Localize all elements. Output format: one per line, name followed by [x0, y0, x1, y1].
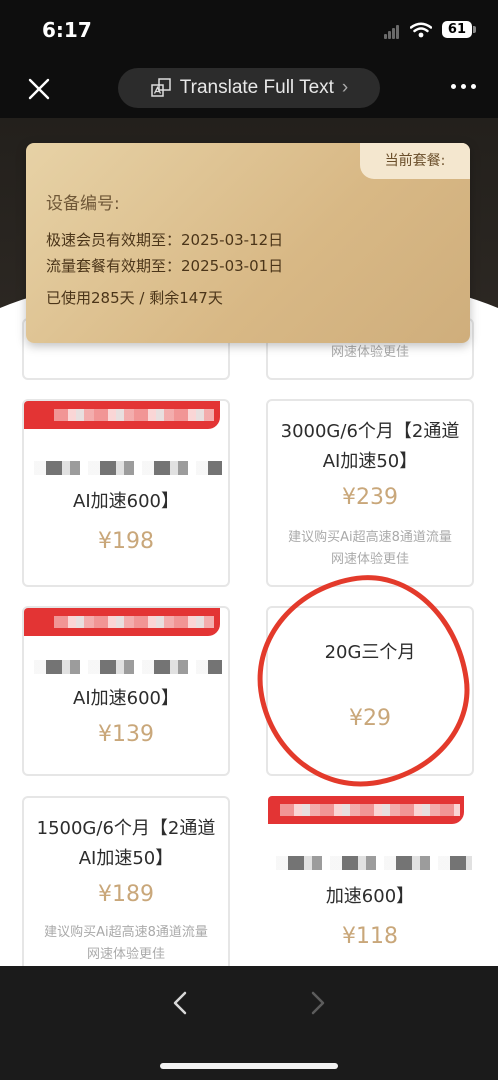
- status-icons: 61: [383, 20, 477, 39]
- device-id-label: 设备编号:: [46, 194, 120, 214]
- plan-price: ¥239: [342, 485, 398, 510]
- plan-note: 网速体验更佳: [330, 345, 409, 360]
- more-icon[interactable]: [451, 84, 476, 89]
- usage-days: 已使用285天 / 剩余147天: [46, 289, 223, 307]
- promo-ribbon: [24, 608, 220, 636]
- plan-title: AI加速600】: [73, 491, 179, 512]
- plan-price: ¥118: [342, 924, 398, 949]
- translate-icon: [151, 78, 171, 97]
- current-plan-badge: 当前套餐:: [360, 143, 470, 179]
- translate-full-text-button[interactable]: Translate Full Text ›: [118, 68, 380, 108]
- chevron-right-icon: ›: [341, 77, 349, 98]
- plan-card[interactable]: 3000G/6个月【2通道 AI加速50】 ¥239 建议购买Ai超高速8通道流…: [266, 399, 474, 587]
- plan-card[interactable]: AI加速600】 ¥198: [22, 399, 230, 587]
- signal-icon: [383, 20, 400, 39]
- plan-note: 网速体验更佳: [86, 947, 165, 962]
- redacted-text: [34, 461, 222, 475]
- translate-label: Translate Full Text: [179, 77, 334, 98]
- forward-arrow-icon[interactable]: [302, 988, 332, 1018]
- plan-note: 网速体验更佳: [330, 552, 409, 567]
- plan-card[interactable]: 加速600】 ¥118: [266, 794, 474, 966]
- membership-card: 当前套餐: 设备编号: 极速会员有效期至：2025-03-12日 流量套餐有效期…: [26, 143, 470, 343]
- promo-ribbon: [268, 796, 464, 824]
- status-bar: 6:17 61: [0, 0, 498, 60]
- data-plan-expiry: 流量套餐有效期至：2025-03-01日: [46, 257, 284, 275]
- status-time: 6:17: [42, 18, 92, 42]
- close-icon[interactable]: [24, 74, 54, 104]
- redacted-text: [276, 856, 472, 870]
- promo-ribbon: [24, 401, 220, 429]
- back-arrow-icon[interactable]: [166, 988, 196, 1018]
- plan-price: ¥139: [98, 722, 154, 747]
- plan-subtitle: AI加速50】: [78, 848, 174, 869]
- browser-bottom-bar: [0, 966, 498, 1080]
- plan-note: 建议购买Ai超高速8通道流量: [44, 925, 208, 940]
- plan-title: 1500G/6个月【2通道: [36, 818, 216, 839]
- page-content: 网速体验更佳 AI加速600】 ¥198 3000G/6个月【2通道 AI加速5…: [0, 118, 498, 966]
- plan-note: 建议购买Ai超高速8通道流量: [288, 530, 452, 545]
- battery-indicator: 61: [441, 21, 477, 38]
- wifi-icon: [409, 22, 432, 37]
- plan-price: ¥189: [98, 882, 154, 907]
- browser-top-bar: Translate Full Text ›: [0, 60, 498, 118]
- plan-card[interactable]: 1500G/6个月【2通道 AI加速50】 ¥189 建议购买Ai超高速8通道流…: [22, 796, 230, 966]
- vip-expiry: 极速会员有效期至：2025-03-12日: [46, 231, 284, 249]
- home-indicator: [160, 1063, 338, 1069]
- plan-title: AI加速600】: [73, 688, 179, 709]
- plan-card[interactable]: AI加速600】 ¥139: [22, 606, 230, 776]
- plan-title: 3000G/6个月【2通道: [280, 421, 460, 442]
- plan-price: ¥198: [98, 529, 154, 554]
- plan-subtitle: AI加速50】: [322, 451, 418, 472]
- plan-title: 加速600】: [325, 886, 415, 907]
- redacted-text: [34, 660, 222, 674]
